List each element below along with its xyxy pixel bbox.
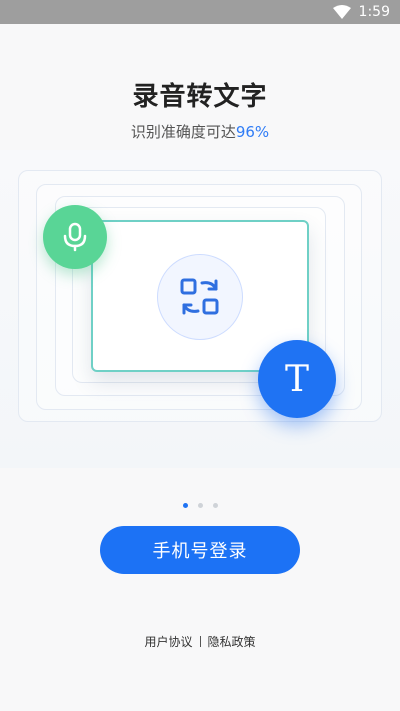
privacy-policy-link[interactable]: 隐私政策 [208, 633, 256, 650]
page-indicator [0, 503, 400, 508]
microphone-icon [43, 205, 107, 269]
footer-links: 用户协议 隐私政策 [0, 633, 400, 650]
page-dot[interactable] [212, 503, 218, 508]
page-dot-active[interactable] [182, 503, 188, 508]
subtitle-text: 识别准确度可达 [130, 123, 236, 141]
wifi-icon [332, 5, 351, 19]
page-dot[interactable] [197, 503, 203, 508]
status-time: 1:59 [358, 4, 390, 20]
footer-divider [199, 636, 201, 647]
accuracy-value: 96% [235, 123, 270, 141]
convert-icon [157, 254, 243, 340]
onboarding-page: 录音转文字 识别准确度可达96% T 手机号登录 用户协议 隐私政策 [0, 24, 400, 711]
text-icon: T [258, 340, 336, 418]
page-subtitle: 识别准确度可达96% [0, 121, 400, 142]
user-agreement-link[interactable]: 用户协议 [144, 633, 192, 650]
status-bar: 1:59 [0, 0, 400, 24]
phone-login-button[interactable]: 手机号登录 [100, 526, 300, 574]
page-title: 录音转文字 [132, 82, 268, 112]
